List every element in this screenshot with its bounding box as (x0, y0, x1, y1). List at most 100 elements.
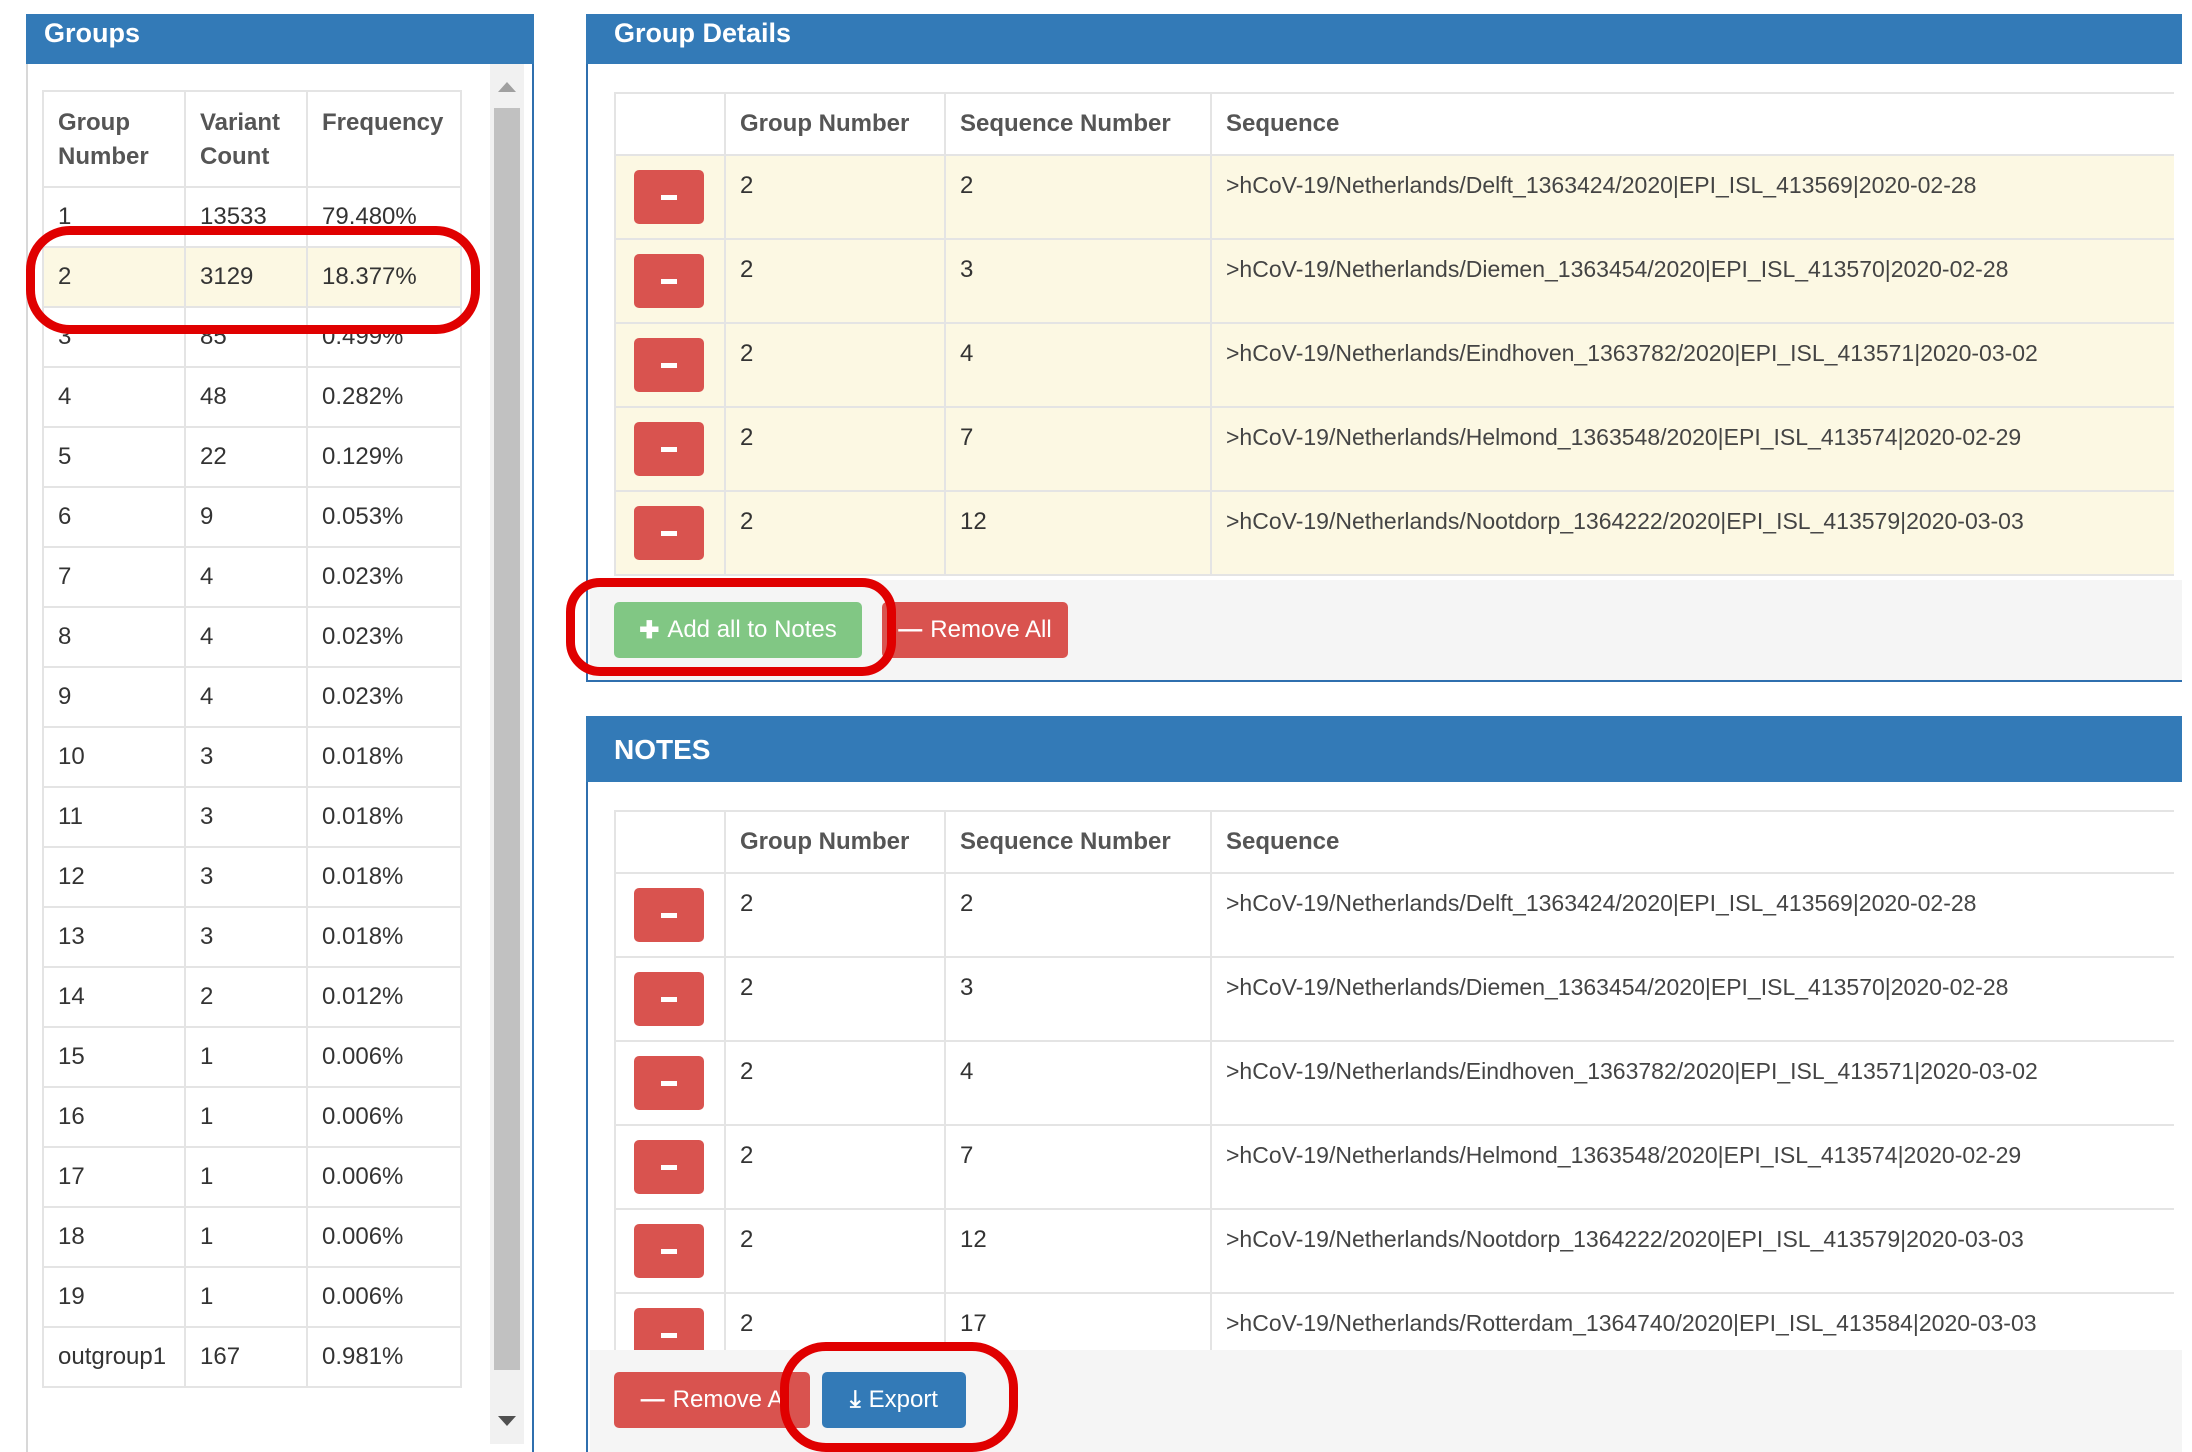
group-row[interactable]: 2 3129 18.377% (42, 246, 462, 308)
group-row[interactable]: 6 9 0.053% (42, 486, 462, 548)
sequence-row: 2 3 >hCoV-19/Netherlands/Diemen_1363454/20… (614, 956, 2174, 1042)
group-row[interactable]: 17 1 0.006% (42, 1146, 462, 1208)
group-details-panel-title: Group Details (614, 18, 792, 48)
notes-col-group-number[interactable]: Group Number (724, 810, 946, 874)
sequence-cell: >hCoV-19/Netherlands/Eindhoven_1363782/2… (1210, 1040, 2174, 1126)
sequence-number-cell: 12 (944, 1208, 1212, 1294)
group-row[interactable]: 3 85 0.499% (42, 306, 462, 368)
add-all-to-notes-label: Add all to Notes (667, 616, 837, 643)
plus-icon: ✚ (639, 616, 660, 644)
frequency-cell: 0.023% (306, 546, 462, 608)
variant-count-cell: 167 (184, 1326, 308, 1388)
sequence-cell: >hCoV-19/Netherlands/Rotterdam_1364740/2… (1210, 1292, 2174, 1350)
remove-row-button[interactable] (634, 1224, 704, 1278)
group-row[interactable]: 8 4 0.023% (42, 606, 462, 668)
group-row[interactable]: 19 1 0.006% (42, 1266, 462, 1328)
group-number-cell: 2 (724, 956, 946, 1042)
details-col-sequence[interactable]: Sequence (1210, 92, 2174, 156)
remove-row-button[interactable] (634, 338, 704, 392)
group-number-cell: 13 (42, 906, 186, 968)
sequence-row: 2 4 >hCoV-19/Netherlands/Eindhoven_1363782… (614, 1040, 2174, 1126)
remove-row-button[interactable] (634, 888, 704, 942)
group-row[interactable]: 1 13533 79.480% (42, 186, 462, 248)
group-row[interactable]: 18 1 0.006% (42, 1206, 462, 1268)
group-number-cell: 2 (724, 406, 946, 492)
variant-count-cell: 3 (184, 786, 308, 848)
group-row[interactable]: outgroup1 167 0.981% (42, 1326, 462, 1388)
group-row[interactable]: 7 4 0.023% (42, 546, 462, 608)
group-row[interactable]: 14 2 0.012% (42, 966, 462, 1028)
remove-row-button[interactable] (634, 1308, 704, 1350)
group-row[interactable]: 4 48 0.282% (42, 366, 462, 428)
minus-icon: — (640, 1386, 665, 1413)
group-number-cell: 9 (42, 666, 186, 728)
remove-row-button[interactable] (634, 1056, 704, 1110)
group-row[interactable]: 10 3 0.018% (42, 726, 462, 788)
groups-col-group-number[interactable]: Group Number (42, 90, 186, 188)
row-action-cell (614, 490, 726, 576)
details-col-group-number[interactable]: Group Number (724, 92, 946, 156)
groups-scrollbar[interactable] (490, 64, 524, 1444)
sequence-number-cell: 2 (944, 154, 1212, 240)
group-number-cell: 11 (42, 786, 186, 848)
group-row[interactable]: 16 1 0.006% (42, 1086, 462, 1148)
notes-panel-border-left (586, 782, 588, 1452)
group-number-cell: 1 (42, 186, 186, 248)
variant-count-cell: 1 (184, 1206, 308, 1268)
add-all-to-notes-button[interactable]: ✚ Add all to Notes (614, 602, 862, 658)
sequence-cell: >hCoV-19/Netherlands/Helmond_1363548/202… (1210, 1124, 2174, 1210)
group-number-cell: 7 (42, 546, 186, 608)
details-col-sequence-number[interactable]: Sequence Number (944, 92, 1212, 156)
row-action-cell (614, 872, 726, 958)
remove-row-button[interactable] (634, 422, 704, 476)
group-row[interactable]: 9 4 0.023% (42, 666, 462, 728)
sequence-number-cell: 17 (944, 1292, 1212, 1350)
variant-count-cell: 3129 (184, 246, 308, 308)
group-number-cell: 2 (724, 1292, 946, 1350)
remove-row-button[interactable] (634, 254, 704, 308)
row-action-cell (614, 406, 726, 492)
sequence-cell: >hCoV-19/Netherlands/Nootdorp_1364222/20… (1210, 490, 2174, 576)
scroll-up-arrow-icon[interactable] (498, 82, 516, 92)
group-number-cell: 19 (42, 1266, 186, 1328)
group-number-cell: 10 (42, 726, 186, 788)
group-row[interactable]: 13 3 0.018% (42, 906, 462, 968)
group-number-cell: 2 (724, 154, 946, 240)
groups-table-clip: Group Number Variant Count Frequency 1 13… (42, 90, 462, 1452)
variant-count-cell: 4 (184, 606, 308, 668)
remove-row-button[interactable] (634, 506, 704, 560)
scrollbar-thumb[interactable] (494, 108, 520, 1370)
notes-col-sequence-number[interactable]: Sequence Number (944, 810, 1212, 874)
notes-col-sequence[interactable]: Sequence (1210, 810, 2174, 874)
group-number-cell: 18 (42, 1206, 186, 1268)
remove-row-button[interactable] (634, 972, 704, 1026)
remove-row-button[interactable] (634, 170, 704, 224)
remove-all-notes-button[interactable]: — Remove A (614, 1372, 810, 1428)
sequence-cell: >hCoV-19/Netherlands/Helmond_1363548/202… (1210, 406, 2174, 492)
frequency-cell: 0.023% (306, 606, 462, 668)
sequence-cell: >hCoV-19/Netherlands/Nootdorp_1364222/20… (1210, 1208, 2174, 1294)
groups-col-variant-count[interactable]: Variant Count (184, 90, 308, 188)
remove-row-button[interactable] (634, 1140, 704, 1194)
variant-count-cell: 9 (184, 486, 308, 548)
export-button[interactable]: ⤓ Export (822, 1372, 966, 1428)
download-icon: ⤓ (850, 1386, 861, 1413)
remove-all-details-button[interactable]: — Remove All (882, 602, 1068, 658)
row-action-cell (614, 154, 726, 240)
frequency-cell: 0.006% (306, 1146, 462, 1208)
sequence-number-cell: 7 (944, 1124, 1212, 1210)
frequency-cell: 0.006% (306, 1206, 462, 1268)
group-row[interactable]: 12 3 0.018% (42, 846, 462, 908)
frequency-cell: 0.282% (306, 366, 462, 428)
group-number-cell: 2 (724, 872, 946, 958)
group-number-cell: 14 (42, 966, 186, 1028)
group-number-cell: 2 (724, 1208, 946, 1294)
group-number-cell: 16 (42, 1086, 186, 1148)
groups-col-frequency[interactable]: Frequency (306, 90, 462, 188)
group-row[interactable]: 11 3 0.018% (42, 786, 462, 848)
frequency-cell: 79.480% (306, 186, 462, 248)
groups-table: Group Number Variant Count Frequency 1 13… (42, 90, 462, 1388)
scroll-down-arrow-icon[interactable] (498, 1416, 516, 1426)
group-row[interactable]: 15 1 0.006% (42, 1026, 462, 1088)
group-row[interactable]: 5 22 0.129% (42, 426, 462, 488)
